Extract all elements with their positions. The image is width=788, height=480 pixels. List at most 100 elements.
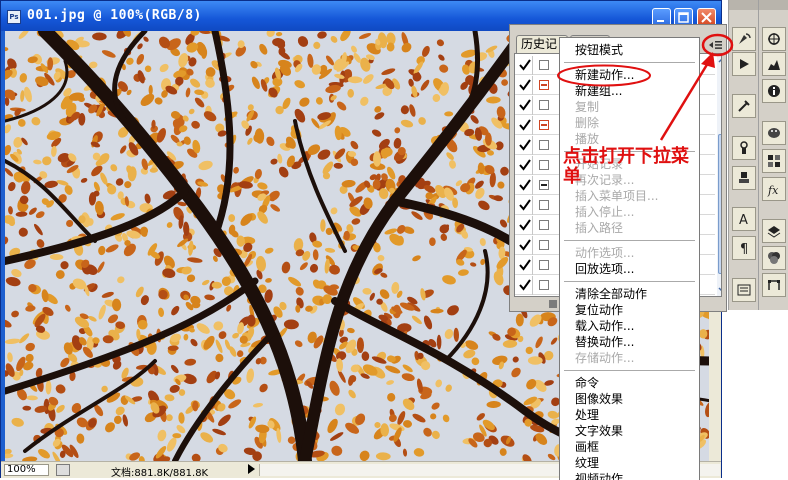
checkmark-icon[interactable] <box>519 119 531 131</box>
menu-item[interactable]: 画框 <box>575 439 599 455</box>
status-menu-arrow-icon[interactable] <box>248 464 255 474</box>
row-divider <box>532 56 533 75</box>
histogram-button[interactable] <box>762 52 786 76</box>
checkmark-icon[interactable] <box>519 99 531 111</box>
stamp-button[interactable] <box>732 166 756 190</box>
row-divider <box>532 136 533 155</box>
channels-icon <box>768 252 780 264</box>
menu-item: 插入停止... <box>575 205 635 219</box>
palette-icon <box>768 128 780 138</box>
paths-button[interactable] <box>762 273 786 297</box>
menu-item[interactable]: 按钮模式 <box>575 42 623 58</box>
dialog-toggle-icon[interactable] <box>539 260 549 270</box>
annotation-text: 点击打开下拉菜单 <box>563 146 689 187</box>
history-brush-button[interactable] <box>732 27 756 51</box>
dialog-toggle-icon[interactable] <box>539 120 549 130</box>
dock-collapse-bar[interactable] <box>729 0 759 10</box>
dialog-toggle-icon[interactable] <box>539 220 549 230</box>
row-divider <box>532 176 533 195</box>
dock-column-2: fx <box>758 0 788 310</box>
swatches-button[interactable] <box>762 149 786 173</box>
menu-separator <box>564 281 695 282</box>
screen: Ps 001.jpg @ 100%(RGB/8) 100% 文档:881.8K/… <box>0 0 788 480</box>
menu-item[interactable]: 回放选项... <box>575 261 634 277</box>
svg-text:fx: fx <box>767 184 779 197</box>
navigator-button[interactable] <box>762 27 786 51</box>
dialog-toggle-icon[interactable] <box>539 240 549 250</box>
menu-item: 插入菜单项目... <box>575 189 659 203</box>
document-title: 001.jpg @ 100%(RGB/8) <box>27 8 202 23</box>
dock-collapse-bar[interactable] <box>759 0 788 10</box>
checkmark-icon[interactable] <box>519 59 531 71</box>
notes-icon <box>737 284 751 296</box>
annotation-oval <box>557 64 651 87</box>
row-divider <box>532 256 533 275</box>
row-divider <box>532 216 533 235</box>
dialog-toggle-icon[interactable] <box>539 180 549 190</box>
menu-separator <box>564 370 695 371</box>
menu-item[interactable]: 命令 <box>575 375 599 391</box>
channels-button[interactable] <box>762 246 786 270</box>
dialog-toggle-icon[interactable] <box>539 60 549 70</box>
menu-item[interactable]: 视频动作 <box>575 471 623 480</box>
menu-item: 插入路径 <box>575 221 624 235</box>
checkmark-icon[interactable] <box>519 219 531 231</box>
menu-item: 复制 <box>575 100 600 114</box>
document-size: 文档:881.8K/881.8K <box>111 468 209 479</box>
fx-button[interactable]: fx <box>762 177 786 201</box>
layers-icon <box>767 226 781 238</box>
menu-item[interactable]: 替换动作... <box>575 334 634 350</box>
menu-item: 删除 <box>575 116 600 130</box>
row-divider <box>532 236 533 255</box>
checkmark-icon[interactable] <box>519 259 531 271</box>
tools-button[interactable] <box>732 94 756 118</box>
fx-icon: fx <box>767 184 779 197</box>
checkmark-icon[interactable] <box>519 239 531 251</box>
dialog-toggle-icon[interactable] <box>539 80 549 90</box>
paragraph-button[interactable]: ¶ <box>732 236 756 260</box>
layers-button[interactable] <box>762 219 786 243</box>
svg-text:¶: ¶ <box>740 242 748 256</box>
checkmark-icon[interactable] <box>519 279 531 291</box>
checkmark-icon[interactable] <box>519 179 531 191</box>
menu-item[interactable]: 文字效果 <box>575 423 623 439</box>
row-divider <box>532 276 533 295</box>
row-divider <box>532 196 533 215</box>
dialog-toggle-icon[interactable] <box>539 160 549 170</box>
play-button[interactable] <box>732 52 756 76</box>
tools-icon <box>738 100 750 112</box>
stop-icon[interactable] <box>548 299 558 309</box>
status-preview-icon[interactable] <box>56 464 70 476</box>
dialog-toggle-icon[interactable] <box>539 100 549 110</box>
row-divider <box>532 116 533 135</box>
menu-item[interactable]: 载入动作... <box>575 318 634 334</box>
svg-text:A: A <box>739 213 748 227</box>
notes-button[interactable] <box>732 278 756 302</box>
checkmark-icon[interactable] <box>519 159 531 171</box>
text-icon: A <box>739 213 748 227</box>
dialog-toggle-icon[interactable] <box>539 200 549 210</box>
histogram-icon <box>768 60 780 70</box>
checkmark-icon[interactable] <box>519 79 531 91</box>
scroll-down-icon[interactable] <box>717 284 722 296</box>
dialog-toggle-icon[interactable] <box>539 140 549 150</box>
photoshop-icon: Ps <box>7 10 21 24</box>
palette-button[interactable] <box>762 121 786 145</box>
clone-button[interactable] <box>732 136 756 160</box>
annotation-arrow <box>659 52 715 141</box>
checkmark-icon[interactable] <box>519 139 531 151</box>
dialog-toggle-icon[interactable] <box>539 280 549 290</box>
scroll-thumb[interactable] <box>718 134 721 274</box>
menu-item[interactable]: 纹理 <box>575 455 599 471</box>
menu-item[interactable]: 处理 <box>575 407 599 423</box>
paths-icon <box>768 280 780 290</box>
swatches-icon <box>768 155 780 167</box>
info-button[interactable] <box>762 79 786 103</box>
menu-item[interactable]: 复位动作 <box>575 302 623 318</box>
menu-item[interactable]: 图像效果 <box>575 391 623 407</box>
info-icon <box>768 85 780 97</box>
text-button[interactable]: A <box>732 207 756 231</box>
menu-item[interactable]: 清除全部动作 <box>575 286 647 302</box>
checkmark-icon[interactable] <box>519 199 531 211</box>
zoom-field[interactable]: 100% <box>4 464 49 476</box>
